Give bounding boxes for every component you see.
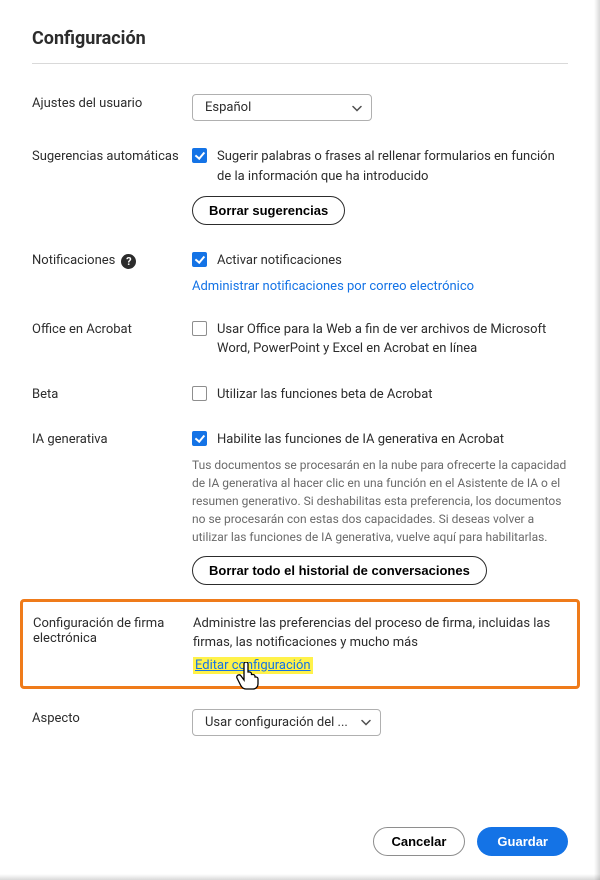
beta-checkbox[interactable] [192,386,207,401]
enable-notifications-checkbox[interactable] [192,252,207,267]
esign-description: Administre las preferencias del proceso … [193,614,567,653]
notifications-label: Notificaciones ? [32,251,192,269]
save-button[interactable]: Guardar [477,827,568,856]
page-title: Configuración [32,28,568,49]
edit-esign-link[interactable]: Editar configuración [193,657,313,674]
help-icon[interactable]: ? [121,254,136,269]
genai-checkbox[interactable] [192,431,207,446]
beta-label: Beta [32,385,192,402]
auto-suggest-checkbox[interactable] [192,148,207,163]
appearance-select[interactable]: Usar configuración del ... [192,709,381,736]
language-select[interactable]: Español [192,94,372,121]
genai-description: Tus documentos se procesarán en la nube … [192,456,568,546]
manage-notifications-link[interactable]: Administrar notificaciones por correo el… [192,279,474,294]
shadow-bottom [0,874,600,880]
office-text: Usar Office para la Web a fin de ver arc… [217,320,568,359]
notifications-label-text: Notificaciones [32,253,115,268]
esign-highlight-box: Configuración de firma electrónica Admin… [20,599,580,689]
esign-label: Configuración de firma electrónica [33,614,193,646]
genai-label: IA generativa [32,430,192,447]
genai-text: Habilite las funciones de IA generativa … [217,430,504,450]
user-settings-label: Ajustes del usuario [32,94,192,111]
divider [32,63,568,64]
dialog-footer: Cancelar Guardar [373,827,569,856]
cancel-button[interactable]: Cancelar [373,827,466,856]
beta-text: Utilizar las funciones beta de Acrobat [217,385,433,405]
auto-suggest-label: Sugerencias automáticas [32,147,192,164]
clear-suggestions-button[interactable]: Borrar sugerencias [192,196,345,225]
auto-suggest-text: Sugerir palabras o frases al rellenar fo… [217,147,568,186]
enable-notifications-text: Activar notificaciones [217,251,342,271]
clear-conversations-button[interactable]: Borrar todo el historial de conversacion… [192,556,487,585]
office-label: Office en Acrobat [32,320,192,337]
appearance-label: Aspecto [32,709,192,726]
office-checkbox[interactable] [192,321,207,336]
